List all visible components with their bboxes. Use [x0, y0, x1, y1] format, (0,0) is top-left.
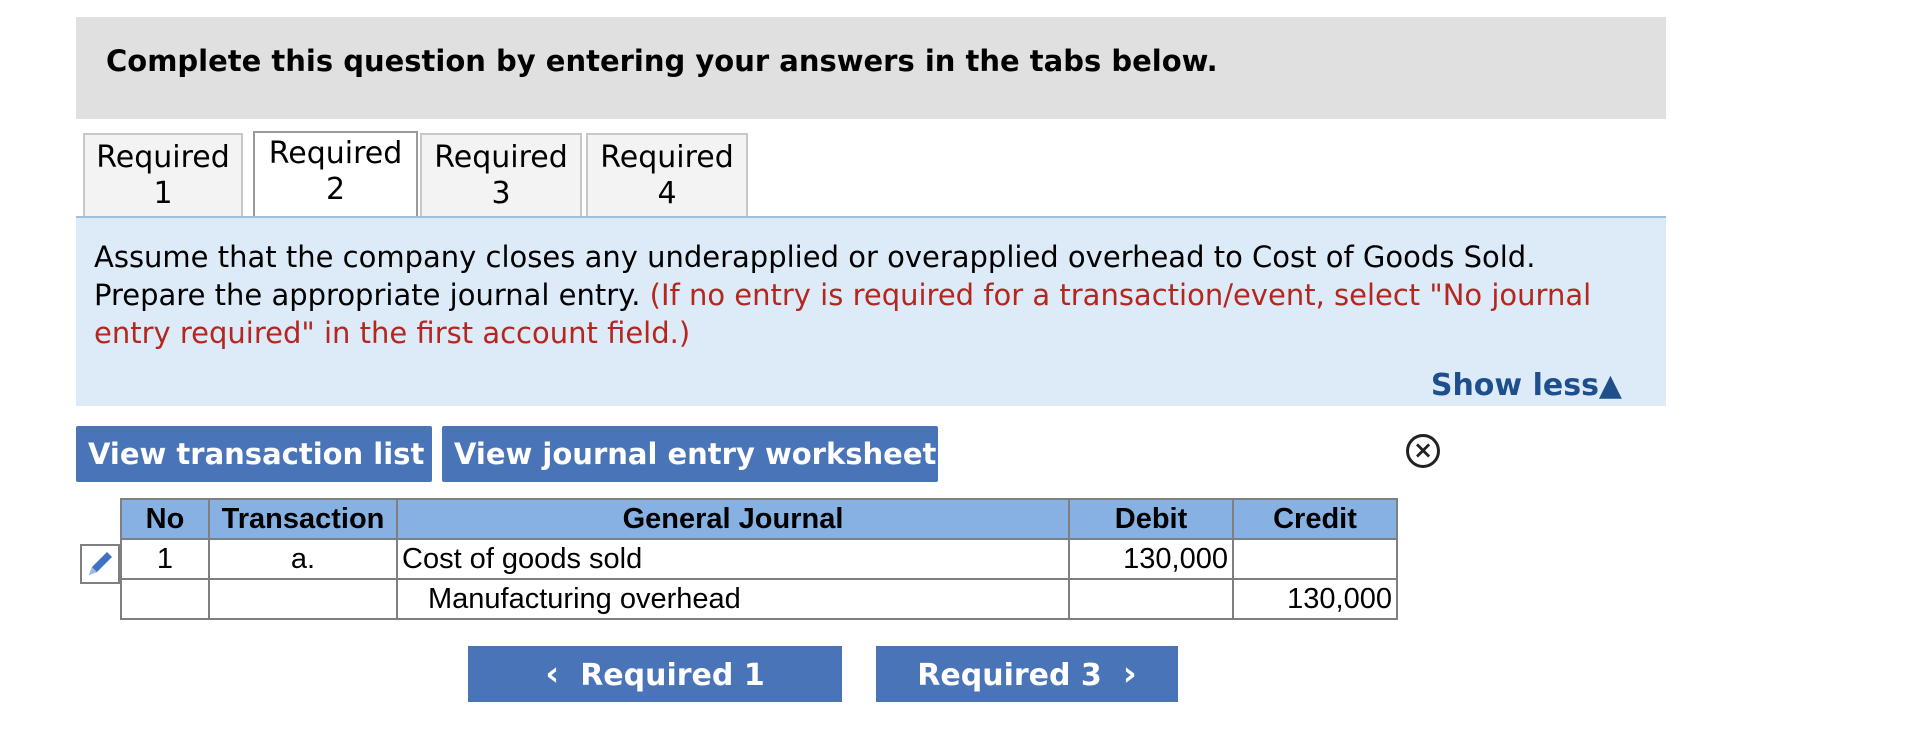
tab-label: Required [268, 136, 403, 171]
row-account[interactable]: Cost of goods sold [396, 538, 1070, 580]
table-header-row: No Transaction General Journal Debit Cre… [120, 498, 1398, 540]
row-credit[interactable]: 130,000 [1232, 578, 1398, 620]
tab-required-3[interactable]: Required 3 [420, 133, 582, 217]
tab-label: Required [600, 140, 734, 175]
tab-number: 3 [491, 176, 511, 211]
next-required-3-button[interactable]: Required 3 › [876, 646, 1178, 702]
show-less-label: Show less [1430, 368, 1599, 403]
pencil-icon[interactable] [80, 544, 120, 584]
header-debit: Debit [1068, 498, 1234, 540]
show-less-link[interactable]: Show less▲ [1431, 368, 1622, 403]
prev-required-1-button[interactable]: ‹ Required 1 [468, 646, 842, 702]
tab-number: 4 [657, 176, 677, 211]
row-account[interactable]: Manufacturing overhead [396, 578, 1070, 620]
chevron-left-icon: ‹ [545, 654, 560, 694]
table-row: 1 a. Cost of goods sold 130,000 [120, 538, 1398, 580]
view-journal-entry-worksheet-button[interactable]: View journal entry worksheet [442, 426, 938, 482]
question-text: Assume that the company closes any under… [94, 238, 1654, 352]
row-debit[interactable]: 130,000 [1068, 538, 1234, 580]
tab-label: Required [434, 140, 568, 175]
header-credit: Credit [1232, 498, 1398, 540]
tab-number: 1 [153, 176, 173, 211]
view-transaction-list-button[interactable]: View transaction list [76, 426, 432, 482]
header-transaction: Transaction [208, 498, 398, 540]
journal-table: No Transaction General Journal Debit Cre… [120, 498, 1398, 620]
header-general-journal: General Journal [396, 498, 1070, 540]
instruction-text: Complete this question by entering your … [106, 44, 1218, 78]
row-transaction [208, 578, 398, 620]
question-panel: Assume that the company closes any under… [76, 216, 1666, 406]
tab-required-1[interactable]: Required 1 [83, 133, 243, 217]
next-button-label: Required 3 [917, 658, 1102, 693]
row-transaction: a. [208, 538, 398, 580]
tab-required-2[interactable]: Required 2 [253, 131, 418, 219]
tab-number: 2 [325, 172, 346, 207]
triangle-up-icon: ▲ [1598, 368, 1622, 403]
header-no: No [120, 498, 210, 540]
row-credit[interactable] [1232, 538, 1398, 580]
tab-required-4[interactable]: Required 4 [586, 133, 748, 217]
table-row: Manufacturing overhead 130,000 [120, 578, 1398, 620]
chevron-right-icon: › [1122, 654, 1137, 694]
prev-button-label: Required 1 [580, 658, 765, 693]
row-debit[interactable] [1068, 578, 1234, 620]
tab-label: Required [96, 140, 230, 175]
row-no [120, 578, 210, 620]
instruction-bar: Complete this question by entering your … [76, 17, 1666, 119]
close-circle-icon[interactable]: × [1406, 434, 1440, 468]
row-no: 1 [120, 538, 210, 580]
